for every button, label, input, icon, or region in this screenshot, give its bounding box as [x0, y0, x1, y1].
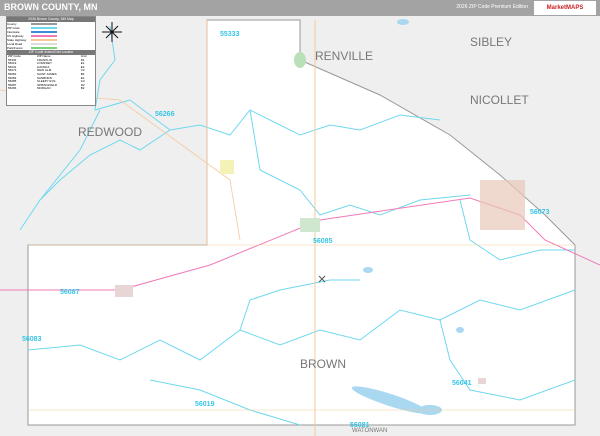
county-label-renville: RENVILLE [315, 49, 373, 63]
zip-label: 56085 [313, 238, 333, 245]
zip-label: 55333 [220, 31, 240, 38]
cell: B2 [80, 86, 85, 91]
zip-label: 56041 [452, 380, 472, 387]
edition-label: 2026 ZIP Code Premium Edition [456, 4, 528, 10]
title-bar: BROWN COUNTY, MN 2026 ZIP Code Premium E… [0, 0, 600, 16]
zip-label: 56087 [60, 289, 80, 296]
town-new-ulm [480, 180, 525, 230]
county-label-nicollet: NICOLLET [470, 93, 529, 107]
zip-label: 56081 [350, 422, 370, 429]
table-row: 56266 MORGAN B2 [7, 87, 95, 91]
publisher-logo: MarketMAPS [534, 1, 596, 15]
cell: MORGAN [37, 86, 51, 91]
county-label-sibley: SIBLEY [470, 35, 512, 49]
town-sleepy-eye [300, 218, 320, 232]
zip-label: 56019 [195, 401, 215, 408]
zip-grid-table: ZIP Code ZIP Name Grid 55333 FRANKLIN D1 560… [7, 54, 95, 91]
town-springfield [115, 285, 133, 297]
cell: 56266 [8, 86, 17, 91]
map-title: BROWN COUNTY, MN [4, 2, 98, 12]
town-hanska [478, 378, 486, 384]
zip-label: 56083 [22, 336, 42, 343]
logo-text: MarketMAPS [546, 5, 584, 11]
legend-item-label: Park/Forest [7, 46, 23, 50]
county-label-brown: BROWN [300, 357, 346, 371]
zip-label: 56266 [155, 111, 175, 118]
zip-label: 56073 [530, 209, 550, 216]
county-label-redwood: REDWOOD [78, 125, 142, 139]
map-legend: 2026 Brown County, MN Map County ZIP Cod… [6, 16, 96, 106]
town-morgan [220, 160, 234, 174]
